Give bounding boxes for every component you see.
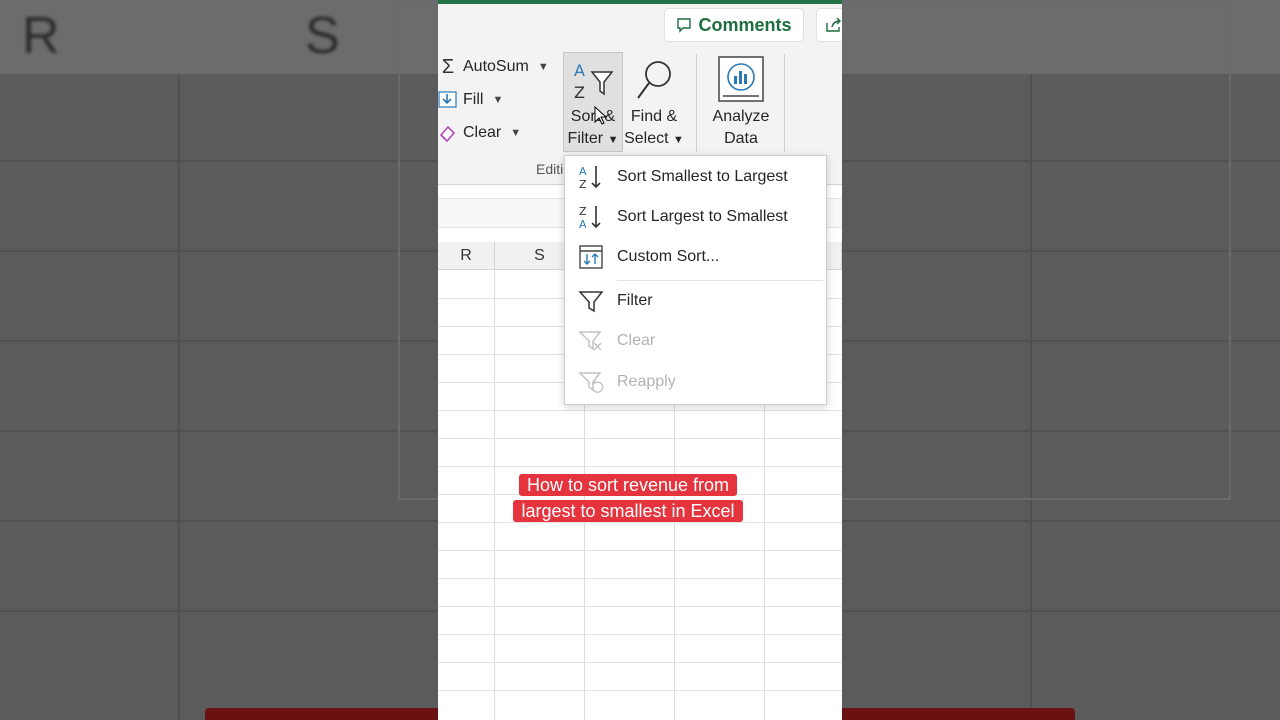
grid-row-line [438, 606, 842, 607]
sort-filter-label-line1: Sort & [570, 108, 616, 125]
menu-item-label: Reapply [617, 373, 676, 390]
share-button[interactable] [816, 8, 842, 42]
filter-icon [565, 288, 617, 314]
sort-filter-icon: A Z [570, 53, 616, 102]
video-frame: R S Comments Σ AutoSum ▼ Fill ▼ Clear ▼ … [0, 0, 1280, 720]
ribbon-group-separator [784, 54, 785, 152]
reapply-filter-icon [565, 369, 617, 395]
grid-row-line [438, 466, 842, 467]
menu-item-label: Filter [617, 292, 653, 309]
grid-row-line [438, 410, 842, 411]
find-select-label-line1: Find & [630, 108, 678, 125]
eraser-icon [439, 125, 456, 142]
analyze-data-button[interactable]: Analyze Data [706, 52, 776, 152]
grid-row-line [438, 634, 842, 635]
video-caption: How to sort revenue from largest to smal… [498, 472, 758, 524]
svg-text:Z: Z [579, 178, 587, 190]
find-select-label-line2: Select ▼ [624, 130, 684, 147]
analyze-data-label-line1: Analyze [712, 108, 770, 125]
blurred-column-letter: S [305, 7, 340, 65]
grid-row-line [438, 438, 842, 439]
excel-window: Comments Σ AutoSum ▼ Fill ▼ Clear ▼ A Z [438, 0, 842, 720]
svg-text:Z: Z [574, 83, 585, 102]
autosum-label: AutoSum [463, 58, 529, 75]
sort-za-icon: ZA [565, 204, 617, 230]
menu-item-filter[interactable]: Filter [565, 282, 826, 320]
menu-item-label: Custom Sort... [617, 248, 720, 265]
find-select-button[interactable]: Find & Select ▼ [624, 52, 684, 152]
comments-button[interactable]: Comments [664, 8, 804, 42]
menu-separator [617, 280, 823, 281]
grid-row-line [438, 550, 842, 551]
caption-text: How to sort revenue from largest to smal… [513, 474, 743, 522]
custom-sort-icon [565, 244, 617, 270]
menu-item-sort-smallest-to-largest[interactable]: AZ Sort Smallest to Largest [565, 158, 826, 196]
blurred-gridline [178, 74, 180, 720]
autosum-button[interactable]: Σ AutoSum ▼ [438, 54, 549, 80]
share-icon [826, 17, 841, 32]
menu-item-sort-largest-to-smallest[interactable]: ZA Sort Largest to Smallest [565, 198, 826, 236]
sort-filter-label-line2: Filter ▼ [567, 130, 619, 147]
sigma-icon: Σ [441, 55, 455, 78]
grid-row-line [438, 690, 842, 691]
menu-item-label: Clear [617, 332, 656, 349]
analyze-data-label-line2: Data [724, 130, 758, 147]
menu-item-label: Sort Largest to Smallest [617, 208, 788, 225]
menu-item-clear[interactable]: Clear [565, 322, 826, 360]
chevron-down-icon: ▼ [510, 127, 522, 139]
grid-row-line [438, 578, 842, 579]
fill-down-icon [438, 91, 457, 108]
column-header-r[interactable]: R [438, 242, 495, 270]
comments-label: Comments [698, 14, 792, 35]
ribbon-group-separator [696, 54, 697, 152]
editing-group-label: Editi [536, 161, 564, 177]
clear-button[interactable]: Clear ▼ [438, 120, 521, 146]
svg-text:A: A [579, 165, 587, 178]
menu-item-reapply[interactable]: Reapply [565, 363, 826, 401]
blurred-column-letter: R [22, 7, 60, 65]
svg-text:A: A [579, 218, 587, 230]
grid-row-line [438, 662, 842, 663]
sort-az-icon: AZ [565, 164, 617, 190]
sort-filter-button[interactable]: A Z Sort & Filter ▼ [563, 52, 623, 152]
clear-label: Clear [463, 124, 502, 141]
chevron-down-icon: ▼ [537, 61, 549, 73]
magnifier-icon [634, 52, 674, 102]
svg-text:Z: Z [579, 205, 587, 218]
analyze-data-icon [718, 52, 764, 102]
clear-filter-icon [565, 328, 617, 354]
menu-item-custom-sort[interactable]: Custom Sort... [565, 238, 826, 276]
mouse-cursor-icon [594, 106, 608, 125]
grid-column-line [494, 270, 495, 720]
chevron-down-icon: ▼ [492, 94, 504, 106]
sort-filter-menu: AZ Sort Smallest to Largest ZA Sort Larg… [564, 155, 827, 405]
fill-button[interactable]: Fill ▼ [438, 87, 503, 113]
svg-text:A: A [574, 61, 585, 80]
menu-item-label: Sort Smallest to Largest [617, 168, 788, 185]
comment-icon [677, 18, 692, 33]
fill-label: Fill [463, 91, 484, 108]
